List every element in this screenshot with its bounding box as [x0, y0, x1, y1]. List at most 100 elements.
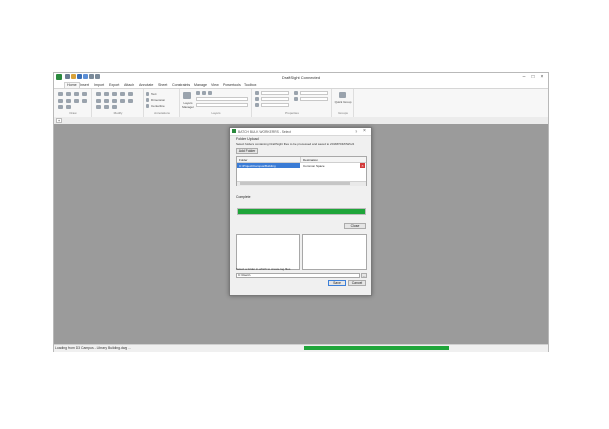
- app-logo-icon[interactable]: [56, 74, 62, 80]
- offset-icon[interactable]: [112, 99, 117, 103]
- ribbon-panel: Draw Modify Text Dimension Centerline An…: [54, 88, 548, 118]
- close-window-icon[interactable]: ×: [538, 74, 546, 80]
- linestyle-select[interactable]: [261, 97, 289, 101]
- dialog-app-icon: [232, 129, 236, 133]
- layer-state-icon[interactable]: [196, 91, 200, 95]
- undo-icon[interactable]: [89, 74, 94, 79]
- close-button[interactable]: Close: [344, 223, 366, 229]
- linestyle-icon[interactable]: [255, 97, 259, 101]
- save-button[interactable]: Save: [328, 280, 346, 286]
- scale-icon[interactable]: [120, 92, 125, 96]
- batch-dialog: BATCH BULK WORKERRS - Select ? × Folder …: [229, 127, 372, 296]
- rotate-icon[interactable]: [112, 92, 117, 96]
- cancel-button[interactable]: Cancel: [348, 280, 366, 286]
- group-label-layers: Layers: [211, 111, 221, 115]
- minimize-icon[interactable]: –: [520, 74, 528, 80]
- annotation-dimension[interactable]: Dimension: [151, 98, 165, 102]
- loading-progress-bar: [304, 346, 449, 350]
- group-label-annotations: Annotations: [154, 111, 170, 115]
- erase-icon[interactable]: [112, 105, 117, 109]
- table-row[interactable]: C:\Project\Campus\Building Common Space …: [237, 163, 366, 168]
- lineweight-select[interactable]: [261, 103, 289, 107]
- status-text: Loading from D3 Campus - Library Buildin…: [55, 346, 131, 350]
- polygon-icon[interactable]: [66, 105, 71, 109]
- new-document-tab-icon[interactable]: +: [56, 118, 62, 123]
- ribbon-group-properties: Properties: [252, 89, 332, 117]
- status-bar: Loading from D3 Campus - Library Buildin…: [54, 344, 548, 352]
- dialog-title: BATCH BULK WORKERRS - Select: [238, 130, 291, 134]
- progress-bar: [237, 208, 366, 215]
- row-destination[interactable]: Common Space: [303, 164, 325, 168]
- dialog-close-icon[interactable]: ×: [363, 128, 366, 134]
- transparency-icon[interactable]: [294, 91, 298, 95]
- centerline-icon[interactable]: [146, 104, 149, 108]
- maximize-icon[interactable]: □: [529, 74, 537, 80]
- layer-select[interactable]: [196, 97, 248, 101]
- dialog-title-bar: BATCH BULK WORKERRS - Select ? ×: [230, 128, 371, 136]
- circle-icon[interactable]: [74, 92, 79, 96]
- window-title: DraftSight Connected: [281, 75, 321, 80]
- column-divider: [300, 157, 301, 162]
- open-file-icon[interactable]: [71, 74, 76, 79]
- text-icon[interactable]: [146, 92, 149, 96]
- table-scrollbar[interactable]: [237, 181, 366, 186]
- fillet-icon[interactable]: [120, 99, 125, 103]
- layer-filter-select[interactable]: [196, 103, 248, 107]
- trim-icon[interactable]: [96, 99, 101, 103]
- layer-lock-icon[interactable]: [208, 91, 212, 95]
- quick-group-icon[interactable]: [339, 92, 346, 98]
- log-folder-label: Select a folder in which to create log f…: [236, 267, 291, 271]
- folder-table: Folder Destination C:\Project\Campus\Bui…: [236, 156, 367, 186]
- stretch-icon[interactable]: [104, 105, 109, 109]
- browse-button[interactable]: ...: [361, 273, 367, 278]
- scrollbar-thumb[interactable]: [240, 182, 350, 185]
- print-style-select[interactable]: [300, 97, 328, 101]
- copy-icon[interactable]: [104, 92, 109, 96]
- add-folder-button[interactable]: Add Folder: [236, 148, 258, 154]
- color-select[interactable]: [261, 91, 289, 95]
- arc-icon[interactable]: [82, 92, 87, 96]
- quick-group-label[interactable]: Quick Group: [333, 100, 353, 104]
- log-pane-left: [236, 234, 300, 270]
- help-icon[interactable]: ?: [355, 129, 357, 134]
- color-icon[interactable]: [255, 91, 259, 95]
- column-header-folder: Folder: [239, 158, 248, 162]
- hatch-icon[interactable]: [66, 99, 71, 103]
- remove-row-icon[interactable]: ×: [360, 163, 365, 168]
- layer-freeze-icon[interactable]: [202, 91, 206, 95]
- new-file-icon[interactable]: [65, 74, 70, 79]
- explode-icon[interactable]: [128, 99, 133, 103]
- progress-fill: [238, 209, 365, 214]
- print-icon[interactable]: [83, 74, 88, 79]
- ribbon-group-groups: Quick Group Groups: [332, 89, 354, 117]
- group-label-properties: Properties: [285, 111, 299, 115]
- line-icon[interactable]: [58, 92, 63, 96]
- match-properties-icon[interactable]: [294, 97, 298, 101]
- status-label: Complete: [236, 195, 251, 199]
- transparency-select[interactable]: [300, 91, 328, 95]
- row-folder[interactable]: C:\Project\Campus\Building: [239, 164, 276, 168]
- move-icon[interactable]: [96, 92, 101, 96]
- lineweight-icon[interactable]: [255, 103, 259, 107]
- redo-icon[interactable]: [95, 74, 100, 79]
- point-icon[interactable]: [74, 99, 79, 103]
- layers-manager-label[interactable]: Layers Manager: [181, 101, 195, 109]
- spline-icon[interactable]: [82, 99, 87, 103]
- column-header-destination: Destination: [303, 158, 319, 162]
- log-pane-right: [302, 234, 367, 270]
- section-title: Folder Upload: [236, 137, 259, 141]
- annotation-text[interactable]: Text: [151, 92, 157, 96]
- layers-manager-icon[interactable]: [183, 92, 191, 99]
- annotation-centerline[interactable]: Centerline: [151, 104, 165, 108]
- polyline-icon[interactable]: [66, 92, 71, 96]
- ellipse-icon[interactable]: [58, 105, 63, 109]
- group-label-modify: Modify: [113, 111, 123, 115]
- rectangle-icon[interactable]: [58, 99, 63, 103]
- mirror-icon[interactable]: [128, 92, 133, 96]
- group-label-groups: Groups: [338, 111, 348, 115]
- extend-icon[interactable]: [104, 99, 109, 103]
- log-folder-input[interactable]: C:\Users\: [236, 273, 360, 278]
- array-icon[interactable]: [96, 105, 101, 109]
- dimension-icon[interactable]: [146, 98, 149, 102]
- save-icon[interactable]: [77, 74, 82, 79]
